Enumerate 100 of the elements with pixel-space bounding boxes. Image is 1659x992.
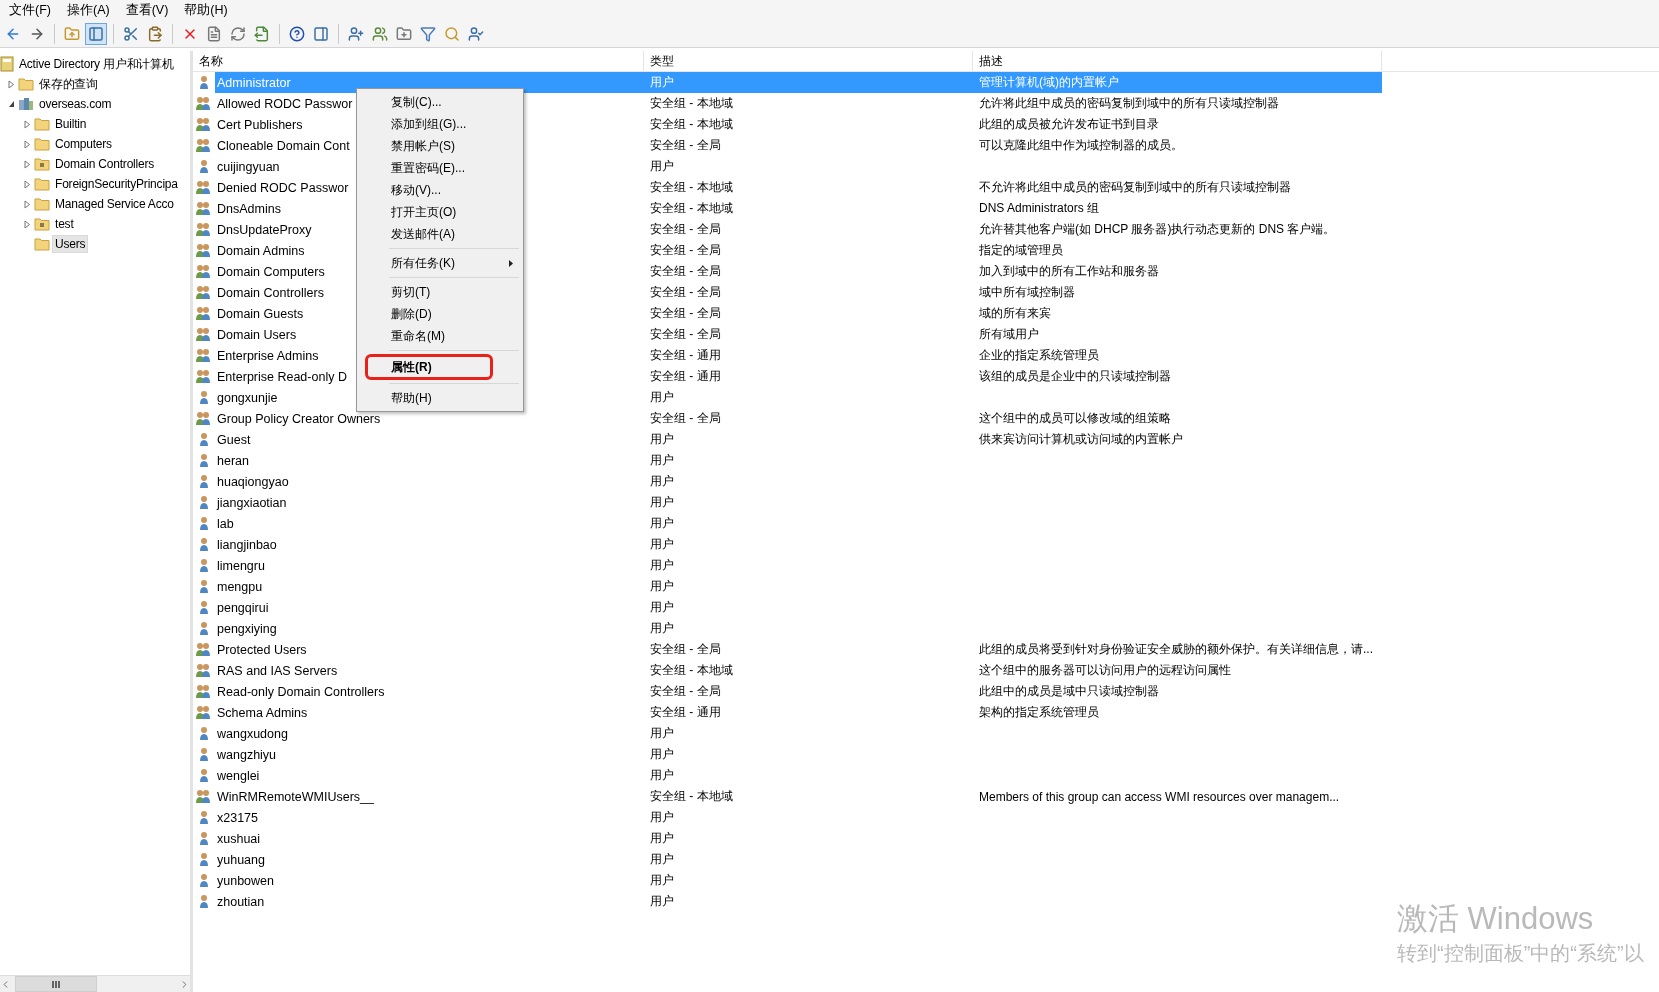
- menu-option[interactable]: 添加到组(G)...: [359, 113, 521, 135]
- console-tree-icon: [88, 26, 104, 42]
- menu-item[interactable]: 操作(A): [59, 2, 117, 19]
- description-cell: 供来宾访问计算机或访问域的内置帐户: [979, 431, 1183, 448]
- menu-option[interactable]: 发送邮件(A): [359, 223, 521, 245]
- name-cell[interactable]: wangxudong: [217, 726, 288, 741]
- tree-item[interactable]: Users: [52, 235, 89, 253]
- name-cell[interactable]: Domain Guests: [217, 306, 304, 321]
- user-icon: [199, 894, 209, 909]
- name-cell[interactable]: wangzhiyu: [217, 747, 277, 762]
- name-cell[interactable]: DnsAdmins: [217, 201, 281, 216]
- type-cell: 安全组 - 本地域: [650, 788, 733, 805]
- user-icon: [199, 873, 209, 888]
- name-cell[interactable]: Group Policy Creator Owners: [217, 411, 381, 426]
- type-cell: 安全组 - 全局: [650, 242, 721, 259]
- tree-item[interactable]: Domain Controllers: [52, 155, 158, 173]
- help-icon: [289, 26, 305, 42]
- grip-icon: [52, 980, 60, 988]
- name-cell[interactable]: WinRMRemoteWMIUsers__: [217, 789, 374, 804]
- menu-option[interactable]: 复制(C)...: [359, 91, 521, 113]
- menu-option[interactable]: 帮助(H): [359, 387, 521, 409]
- name-cell[interactable]: Cloneable Domain Cont: [217, 138, 350, 153]
- tree-root[interactable]: Active Directory 用户和计算机: [16, 54, 177, 74]
- name-cell[interactable]: liangjinbao: [217, 537, 277, 552]
- name-cell[interactable]: gongxunjie: [217, 390, 278, 405]
- expand-icon[interactable]: [23, 199, 31, 209]
- name-cell[interactable]: Read-only Domain Controllers: [217, 684, 385, 699]
- name-cell[interactable]: zhoutian: [217, 894, 265, 909]
- name-cell[interactable]: wenglei: [217, 768, 260, 783]
- column-header[interactable]: 描述: [973, 51, 1382, 71]
- name-cell[interactable]: DnsUpdateProxy: [217, 222, 312, 237]
- ou-folder-icon: [34, 217, 50, 231]
- column-header[interactable]: 类型: [644, 51, 973, 71]
- tree-item[interactable]: Builtin: [52, 115, 90, 133]
- expand-icon[interactable]: [23, 179, 31, 189]
- tree-item[interactable]: Computers: [52, 135, 115, 153]
- scrollbar-thumb[interactable]: [15, 976, 97, 992]
- description-cell: 这个组中的成员可以修改域的组策略: [979, 410, 1171, 427]
- activation-title: 激活 Windows: [1397, 900, 1595, 938]
- name-cell[interactable]: heran: [217, 453, 249, 468]
- toolbar-button[interactable]: [85, 23, 107, 45]
- new-folder-icon: [396, 26, 412, 42]
- menu-item[interactable]: 帮助(H): [177, 2, 235, 19]
- name-cell[interactable]: pengxiying: [217, 621, 277, 636]
- menu-option[interactable]: 禁用帐户(S): [359, 135, 521, 157]
- type-cell: 用户: [650, 578, 674, 595]
- tree-item[interactable]: overseas.com: [36, 95, 115, 113]
- tree-item[interactable]: Managed Service Acco: [52, 195, 177, 213]
- name-cell[interactable]: Domain Computers: [217, 264, 325, 279]
- name-cell[interactable]: Allowed RODC Passwor: [217, 96, 353, 111]
- menu-option[interactable]: 重置密码(E)...: [359, 157, 521, 179]
- name-cell[interactable]: xushuai: [217, 831, 261, 846]
- type-cell: 用户: [650, 473, 674, 490]
- name-cell[interactable]: Domain Controllers: [217, 285, 324, 300]
- name-cell[interactable]: Enterprise Read-only D: [217, 369, 347, 384]
- menu-option[interactable]: 打开主页(O): [359, 201, 521, 223]
- name-cell[interactable]: pengqirui: [217, 600, 269, 615]
- menu-option[interactable]: 删除(D): [359, 303, 521, 325]
- collapse-icon[interactable]: [7, 99, 15, 109]
- name-cell[interactable]: yunbowen: [217, 873, 274, 888]
- menu-option[interactable]: 所有任务(K): [359, 252, 521, 274]
- user-icon: [199, 852, 209, 867]
- name-cell[interactable]: Protected Users: [217, 642, 307, 657]
- name-cell[interactable]: Domain Admins: [217, 243, 305, 258]
- tree-item[interactable]: ForeignSecurityPrincipa: [52, 175, 181, 193]
- expand-icon[interactable]: [23, 159, 31, 169]
- expand-icon[interactable]: [7, 79, 15, 89]
- name-cell[interactable]: jiangxiaotian: [217, 495, 287, 510]
- name-cell[interactable]: Cert Publishers: [217, 117, 303, 132]
- name-cell[interactable]: Schema Admins: [217, 705, 308, 720]
- menu-option[interactable]: 剪切(T): [359, 281, 521, 303]
- horizontal-scrollbar[interactable]: [0, 975, 190, 992]
- name-cell[interactable]: limengru: [217, 558, 265, 573]
- menu-option[interactable]: 重命名(M): [359, 325, 521, 347]
- tree-item[interactable]: 保存的查询: [36, 74, 101, 94]
- name-cell[interactable]: mengpu: [217, 579, 263, 594]
- name-cell[interactable]: huaqiongyao: [217, 474, 289, 489]
- type-cell: 安全组 - 全局: [650, 263, 721, 280]
- menu-option[interactable]: 属性(R): [367, 356, 491, 378]
- group-icon: [196, 663, 212, 678]
- type-cell: 安全组 - 本地域: [650, 662, 733, 679]
- menu-item[interactable]: 查看(V): [118, 2, 176, 19]
- menu-option[interactable]: 移动(V)...: [359, 179, 521, 201]
- expand-icon[interactable]: [23, 119, 31, 129]
- name-cell[interactable]: Domain Users: [217, 327, 297, 342]
- user-icon: [199, 474, 209, 489]
- tree-item[interactable]: test: [52, 215, 77, 233]
- column-header[interactable]: 名称: [193, 51, 644, 71]
- name-cell[interactable]: Denied RODC Passwor: [217, 180, 349, 195]
- folder-icon: [34, 117, 50, 131]
- name-cell[interactable]: yuhuang: [217, 852, 265, 867]
- menu-item[interactable]: 文件(F): [2, 2, 58, 19]
- name-cell[interactable]: Guest: [217, 432, 251, 447]
- name-cell[interactable]: lab: [217, 516, 234, 531]
- name-cell[interactable]: RAS and IAS Servers: [217, 663, 338, 678]
- name-cell[interactable]: x23175: [217, 810, 258, 825]
- expand-icon[interactable]: [23, 219, 31, 229]
- expand-icon[interactable]: [23, 139, 31, 149]
- name-cell[interactable]: Enterprise Admins: [217, 348, 319, 363]
- name-cell[interactable]: cuijingyuan: [217, 159, 280, 174]
